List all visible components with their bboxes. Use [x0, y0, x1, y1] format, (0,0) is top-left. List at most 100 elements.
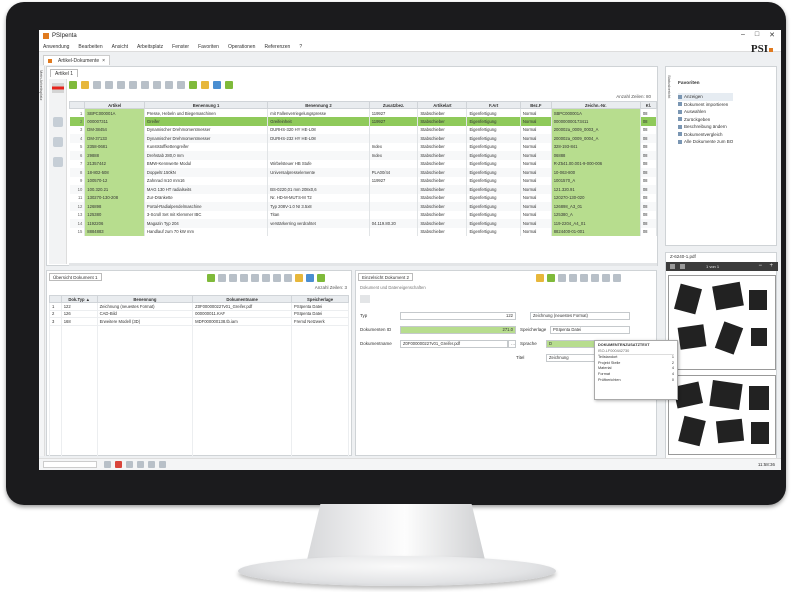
table-cell[interactable]: Normal — [520, 125, 552, 134]
dokument-id-field[interactable]: 271.0 — [400, 325, 516, 334]
tab-artikel-dokumente[interactable]: Artikel-Dokumente × — [43, 55, 111, 65]
table-cell[interactable]: Eigenfertigung — [466, 176, 521, 185]
delete-icon[interactable] — [569, 274, 577, 282]
table-cell[interactable]: 14 — [69, 219, 86, 228]
copy-icon[interactable] — [558, 274, 566, 282]
column-header[interactable] — [49, 295, 62, 303]
pdf-search-icon[interactable] — [680, 264, 685, 269]
table-cell[interactable]: MDF000000138.tb.iam — [192, 317, 293, 326]
table-row[interactable]: 7 21357442 BMW-Kennwerte Modul Wirbelsteuer… — [69, 159, 657, 168]
table-cell[interactable]: Normal — [520, 185, 552, 194]
table-cell[interactable]: BMW-Kennwerte Modul — [144, 159, 269, 168]
favorite-item[interactable]: Alle Dokumente zum BO — [678, 138, 733, 146]
table-cell[interactable]: 000000000173411 — [551, 117, 641, 126]
table-cell[interactable]: 29888 — [84, 151, 145, 160]
save-icon[interactable] — [317, 274, 325, 282]
table-cell[interactable]: Index — [369, 142, 419, 151]
column-header[interactable]: Artikel — [84, 101, 145, 109]
table-cell[interactable] — [369, 134, 419, 143]
speicherlage-field[interactable]: PSIpenta Datei — [550, 325, 630, 334]
table-cell[interactable]: Magazin Typ 204 — [144, 219, 269, 228]
table-cell[interactable] — [267, 142, 370, 151]
table-cell[interactable]: Eigenfertigung — [466, 125, 521, 134]
table-cell[interactable]: 125380 — [84, 210, 145, 219]
chart-icon[interactable] — [148, 461, 155, 468]
forward-icon[interactable] — [591, 274, 599, 282]
open-icon[interactable] — [218, 274, 226, 282]
close-button[interactable]: ✕ — [769, 31, 775, 39]
table-cell[interactable]: 08 — [640, 151, 657, 160]
column-header[interactable]: Speicherlage — [291, 295, 349, 303]
browse-icon[interactable]: … — [508, 339, 516, 348]
table-cell[interactable]: 08 — [640, 125, 657, 134]
table-cell[interactable]: Eigenfertigung — [466, 227, 521, 236]
table-cell[interactable]: 10 — [69, 185, 86, 194]
table-row[interactable]: 3 168 Erweitere Modell (3D) MDF000000138.tb… — [49, 317, 349, 326]
table-cell[interactable]: 1192206 — [84, 219, 145, 228]
table-row[interactable]: 14 1192206 Magazin Typ 204 verstärkerring v… — [69, 219, 657, 228]
column-header[interactable] — [69, 101, 86, 109]
table-cell[interactable]: 08 — [640, 168, 657, 177]
table-cell[interactable]: 119927 — [369, 108, 419, 117]
table-cell[interactable]: 2358-0681 — [84, 142, 145, 151]
table-row[interactable]: 9 100570-12 Zahnrad m10 mm16 119927 Stabschi… — [69, 176, 657, 185]
column-header[interactable]: Benennung 1 — [143, 101, 269, 109]
table-cell[interactable]: Eigenfertigung — [466, 202, 521, 211]
table-cell[interactable]: Portal-Radialpendelmaschine — [144, 202, 269, 211]
table-cell[interactable]: Greifeinheit — [267, 117, 370, 126]
table-cell[interactable]: 120270-130-020 — [551, 193, 641, 202]
table-cell[interactable]: Stabschieber — [417, 168, 468, 177]
zoom-in-icon[interactable]: + — [769, 263, 773, 269]
table-cell[interactable]: 126898_A3_01 — [551, 202, 641, 211]
table-cell[interactable]: 2 — [69, 117, 86, 126]
table-cell[interactable]: 21357442 — [84, 159, 145, 168]
table-cell[interactable]: 1 — [49, 302, 62, 311]
table-cell[interactable]: DURHS-232 HY HE-L08 — [267, 134, 370, 143]
column-header[interactable]: F.Art — [466, 101, 521, 109]
table-cell[interactable]: 08 — [640, 227, 657, 236]
table-cell[interactable]: 119927 — [369, 117, 419, 126]
edit-icon[interactable] — [536, 274, 544, 282]
table-cell[interactable]: Stabschieber — [417, 202, 468, 211]
table-cell[interactable]: Eigenfertigung — [466, 193, 521, 202]
back-icon[interactable] — [580, 274, 588, 282]
tab-close-icon[interactable]: × — [102, 58, 105, 64]
copy-icon[interactable] — [229, 274, 237, 282]
table-row[interactable]: 4 DM-37133 Dynamischer Drehmomentmesser DUR… — [69, 134, 657, 143]
table-cell[interactable]: 119927 — [369, 176, 419, 185]
zoom-icon[interactable] — [262, 274, 270, 282]
table-cell[interactable]: 08 — [640, 142, 657, 151]
table-cell[interactable]: Zur-Dränkette — [144, 193, 269, 202]
table-cell[interactable]: 3 — [69, 125, 86, 134]
sort-icon[interactable] — [273, 274, 281, 282]
table-row[interactable]: 1 SBPC000001A Presse, Hebeln und Biegemasc… — [69, 108, 657, 117]
favorite-item[interactable]: Beschreibung ändern — [678, 123, 733, 131]
table-cell[interactable]: 168 — [60, 317, 98, 326]
table-cell[interactable]: Fremd Netzwerk — [291, 317, 349, 326]
menu-ansicht[interactable]: Ansicht — [112, 44, 128, 50]
column-header[interactable]: Kl. — [639, 101, 657, 109]
navigate-icon[interactable] — [53, 117, 63, 127]
table-row[interactable]: 15 8884883 Handlauf zum 70 kW mm Stabschieb… — [69, 227, 657, 236]
new-icon[interactable] — [69, 81, 77, 89]
filter-icon[interactable] — [240, 274, 248, 282]
table-cell[interactable]: Doppeltr.150kN — [144, 168, 269, 177]
table-row[interactable]: 5 2358-0681 Kunststoffkettengreifer Index St… — [69, 142, 657, 151]
table-cell[interactable]: Erweitere Modell (3D) — [96, 317, 194, 326]
table-cell[interactable]: 9 — [69, 176, 86, 185]
favorite-item[interactable]: Zurückgeben — [678, 116, 733, 124]
table-cell[interactable]: 2 — [49, 309, 62, 318]
print-icon[interactable] — [129, 81, 137, 89]
table-cell[interactable]: Normal — [520, 227, 552, 236]
menu-favoriten[interactable]: Favoriten — [198, 44, 219, 50]
table-cell[interactable]: 3 — [49, 317, 62, 326]
table-cell[interactable]: 6 — [69, 151, 86, 160]
table-cell[interactable]: Stabschieber — [417, 176, 468, 185]
table-cell[interactable]: Normal — [520, 193, 552, 202]
table-cell[interactable]: Normal — [520, 202, 552, 211]
table-cell[interactable] — [369, 210, 419, 219]
table-cell[interactable]: Eigenfertigung — [466, 159, 521, 168]
print-icon[interactable] — [602, 274, 610, 282]
grid-icon[interactable] — [177, 81, 185, 89]
table-cell[interactable]: DM-38454 — [84, 125, 145, 134]
